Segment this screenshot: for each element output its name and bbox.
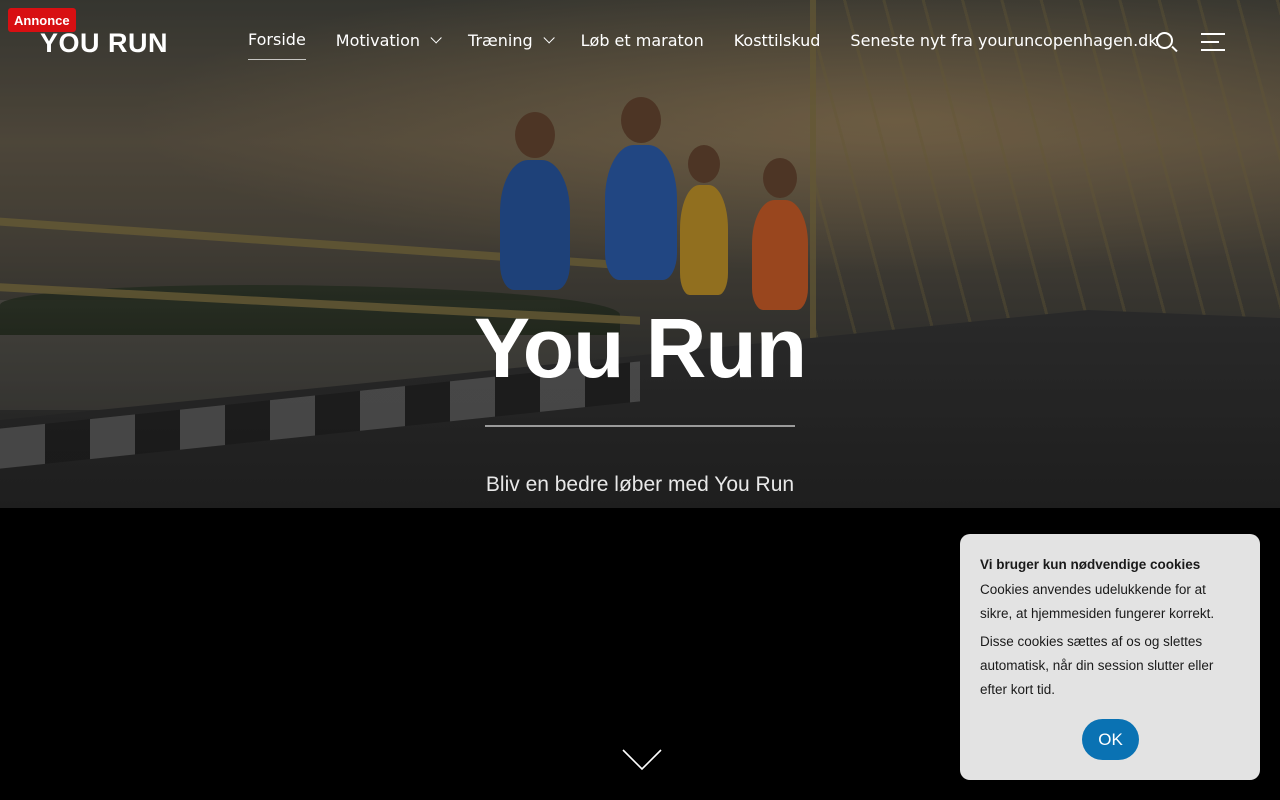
cookie-ok-button[interactable]: OK [1082,719,1139,760]
nav-item-label: Motivation [335,30,421,50]
cookie-text: Disse cookies sættes af os og slettes au… [980,634,1214,697]
hero-subtitle: Bliv en bedre løber med You Run [485,473,795,496]
cookie-banner: Vi bruger kun nødvendige cookies Cookies… [960,534,1260,780]
search-icon[interactable] [1156,32,1178,54]
cookie-heading: Vi bruger kun nødvendige cookies [980,557,1201,572]
nav-item-motivation[interactable]: Motivation [335,30,442,60]
nav-item-kosttilskud[interactable]: Kosttilskud [734,30,821,60]
nav-item-label: Kosttilskud [733,30,821,50]
hero-banner [0,0,1280,508]
chevron-down-icon[interactable] [543,32,555,44]
nav-item-label: Seneste nyt fra youruncopenhagen.dk [850,30,1158,50]
chevron-down-icon[interactable] [430,32,442,44]
nav-item-forside[interactable]: Forside [248,30,306,60]
nav-item-seneste-nyt[interactable]: Seneste nyt fra youruncopenhagen.dk [850,30,1157,60]
chevron-down-icon[interactable] [622,748,662,772]
hero-title: You Run [473,301,807,395]
nav-item-label: Løb et maraton [580,30,704,50]
nav-item-label: Træning [468,30,533,50]
hero-dark-overlay [0,0,1280,508]
nav-item-lob-et-maraton[interactable]: Løb et maraton [581,30,704,60]
hero-divider [485,425,795,427]
main-navigation: Forside Motivation Træning Løb et marato… [248,30,1158,60]
nav-item-label: Forside [248,30,306,49]
ad-badge: Annonce [8,8,76,32]
site-logo[interactable]: YOU RUN [40,28,168,59]
cookie-text: Cookies anvendes udelukkende for at sikr… [980,582,1215,621]
nav-item-traening[interactable]: Træning [468,30,555,60]
hamburger-menu-icon[interactable] [1201,33,1225,51]
